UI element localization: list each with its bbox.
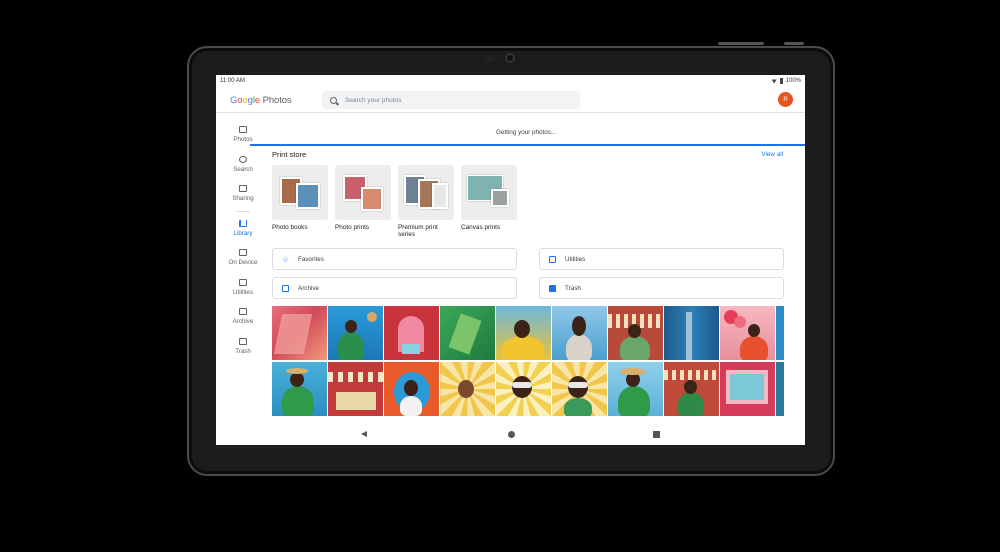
photo-books-thumbnail (272, 165, 328, 220)
nav-label: Library (233, 229, 253, 237)
print-card-label: Photo prints (335, 224, 370, 231)
photo-thumbnail[interactable] (328, 362, 383, 416)
trash-icon (549, 284, 556, 292)
status-time: 11:00 AM (220, 78, 245, 84)
print-card-label: Photo books (272, 224, 308, 231)
favorites-button[interactable]: ☆ Favorites (272, 248, 517, 270)
photo-icon (239, 126, 247, 134)
photo-thumbnail[interactable] (664, 306, 719, 360)
avatar[interactable]: R (778, 92, 793, 107)
photo-thumbnail[interactable] (608, 306, 663, 360)
photo-thumbnail[interactable] (720, 306, 775, 360)
wifi-icon (771, 79, 777, 84)
star-icon: ☆ (282, 254, 290, 264)
photo-thumbnail[interactable] (384, 362, 439, 416)
print-card-photo-books[interactable]: Photo books (272, 165, 328, 231)
utilities-label: Utilities (565, 255, 586, 263)
chat-icon (239, 185, 247, 193)
photo-thumbnail[interactable] (328, 306, 383, 360)
recents-icon[interactable] (653, 431, 660, 438)
status-bar: 11:00 AM 100% (216, 75, 805, 88)
premium-print-thumbnail (398, 165, 454, 220)
archive-label: Archive (298, 284, 319, 292)
photo-thumbnail[interactable] (272, 306, 327, 360)
nav-label: Utilities (233, 288, 253, 296)
system-nav-bar (216, 423, 805, 445)
google-photos-logo[interactable]: Google Photos (230, 95, 292, 106)
photo-thumbnail[interactable] (776, 362, 784, 416)
app-bar: Google Photos Search your photos R (216, 88, 805, 113)
photo-thumbnail[interactable] (440, 306, 495, 360)
print-card-premium-print-series[interactable]: Premium print series (398, 165, 454, 239)
folder-icon (239, 249, 247, 257)
home-icon[interactable] (508, 431, 515, 438)
nav-label: Search (233, 165, 253, 173)
nav-label: Trash (235, 347, 251, 355)
photo-thumbnail[interactable] (552, 306, 607, 360)
photo-thumbnail[interactable] (440, 362, 495, 416)
archive-icon (282, 284, 289, 292)
screen: 11:00 AM 100% Google Photos Search your … (216, 75, 805, 445)
print-card-label: Canvas prints (461, 224, 501, 231)
print-card-label: Premium print series (398, 224, 438, 239)
nav-item-library[interactable]: Library (216, 214, 270, 244)
photo-thumbnail[interactable] (384, 306, 439, 360)
nav-label: Sharing (232, 195, 254, 203)
photo-thumbnail[interactable] (608, 362, 663, 416)
loading-text: Getting your photos... (496, 129, 557, 136)
search-icon (330, 96, 337, 104)
utilities-button[interactable]: Utilities (539, 248, 784, 270)
utilities-icon (239, 278, 247, 286)
power-button (784, 42, 804, 45)
library-icon (239, 219, 247, 227)
trash-label: Trash (565, 284, 581, 292)
nav-label: On Device (228, 259, 258, 267)
archive-icon (239, 308, 247, 316)
photo-thumbnail[interactable] (664, 362, 719, 416)
utilities-icon (549, 255, 556, 263)
nav-item-archive[interactable]: Archive (216, 302, 270, 332)
nav-label: Photos (233, 136, 253, 144)
photo-grid (272, 306, 784, 417)
loading-progress-bar (250, 144, 805, 146)
print-card-photo-prints[interactable]: Photo prints (335, 165, 391, 231)
nav-divider (236, 210, 250, 212)
print-store-title: Print store (272, 150, 307, 159)
photo-thumbnail[interactable] (776, 306, 784, 360)
nav-item-trash[interactable]: Trash (216, 332, 270, 362)
nav-item-search[interactable]: Search (216, 150, 270, 180)
photo-thumbnail[interactable] (552, 362, 607, 416)
side-nav: Photos Search Sharing Library On Device … (216, 120, 270, 361)
canvas-prints-thumbnail (461, 165, 517, 220)
battery-level: 100% (785, 78, 801, 84)
archive-button[interactable]: Archive (272, 277, 517, 299)
photo-thumbnail[interactable] (272, 362, 327, 416)
volume-button (718, 42, 764, 45)
photo-thumbnail[interactable] (496, 362, 551, 416)
favorites-label: Favorites (298, 255, 324, 263)
nav-label: Archive (232, 318, 254, 326)
trash-icon (239, 337, 247, 345)
search-bar[interactable]: Search your photos (322, 91, 580, 109)
back-icon[interactable] (361, 431, 367, 437)
search-icon (239, 155, 247, 163)
view-all-link[interactable]: View all (761, 151, 783, 158)
sensor (484, 57, 494, 61)
photo-thumbnail[interactable] (496, 306, 551, 360)
print-card-canvas-prints[interactable]: Canvas prints (461, 165, 517, 231)
photo-prints-thumbnail (335, 165, 391, 220)
trash-button[interactable]: Trash (539, 277, 784, 299)
search-input[interactable]: Search your photos (345, 97, 401, 104)
nav-item-sharing[interactable]: Sharing (216, 179, 270, 209)
front-camera (505, 53, 515, 63)
photo-thumbnail[interactable] (720, 362, 775, 416)
nav-item-utilities[interactable]: Utilities (216, 273, 270, 303)
nav-item-on-device[interactable]: On Device (216, 243, 270, 273)
battery-icon (779, 78, 783, 84)
